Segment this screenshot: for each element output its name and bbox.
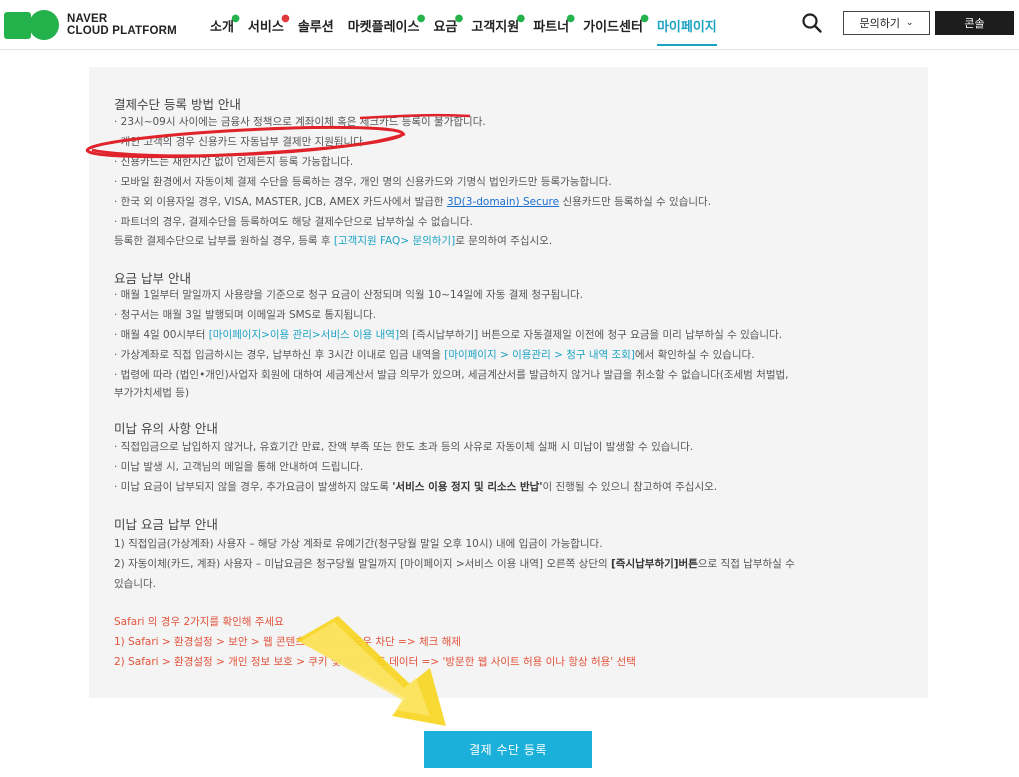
payment-method-footer: 등록한 결제수단으로 납부를 원하실 경우, 등록 후 [고객지원 FAQ> 문… [114, 233, 552, 248]
overdue-notes-line: · 직접입금으로 납입하지 않거나, 유효기간 만료, 잔액 부족 또는 한도 … [114, 441, 694, 453]
nav-label: 고객지원 [471, 19, 520, 35]
text: · 한국 외 이용자일 경우, VISA, MASTER, JCB, AMEX … [114, 196, 447, 208]
nav-label: 솔루션 [297, 19, 334, 35]
new-dot-icon: ● [416, 13, 426, 24]
safari-title: Safari 의 경우 2가지를 확인해 주세요 [114, 616, 284, 628]
nav-pricing[interactable]: 요금 ● [433, 0, 463, 50]
billing-line: · 법령에 따라 (법인•개인)사업자 회원에 대하여 세금계산서 발급 의무가… [114, 369, 789, 381]
chevron-down-icon: ⌄ [905, 18, 914, 28]
new-dot-icon: ● [281, 13, 290, 24]
text: · 가상계좌로 직접 입금하시는 경우, 납부하신 후 3시간 이내로 입금 내… [114, 349, 445, 361]
naver-cloud-logo[interactable]: NAVER CLOUD PLATFORM [4, 10, 177, 40]
billing-line: · 청구서는 매월 3일 발행되며 이메일과 SMS로 통지됩니다. [114, 309, 376, 321]
billing-line: 부가가치세법 등) [114, 387, 190, 399]
payment-method-line: · 23시~09시 사이에는 금융사 정책으로 계좌이체 혹은 체크카드 등록이… [114, 116, 486, 128]
nav-services[interactable]: 서비스 ● [247, 0, 290, 50]
top-header: NAVER CLOUD PLATFORM 소개 ● 서비스 ● 솔루션 마켓플레이스… [0, 0, 1019, 50]
nav-solutions[interactable]: 솔루션 [298, 0, 334, 50]
text: 신용카드만 등록하실 수 있습니다. [559, 196, 712, 208]
billing-history-link[interactable]: [마이페이지 > 이용관리 > 청구 내역 조회] [444, 349, 635, 361]
billing-line: · 매월 1일부터 말일까지 사용량을 기준으로 청구 요금이 산정되며 익월 … [114, 289, 584, 301]
new-dot-icon: ● [640, 13, 649, 24]
payment-method-line: · 한국 외 이용자일 경우, VISA, MASTER, JCB, AMEX … [114, 194, 711, 209]
register-payment-method-button[interactable]: 결제 수단 등록 [424, 731, 592, 768]
new-dot-icon: ● [231, 13, 240, 24]
usage-history-link[interactable]: [마이페이지>이용 관리>서비스 이용 내역] [209, 329, 399, 341]
nav-guide-center[interactable]: 가이드센터 ● [583, 0, 649, 50]
text-bold: [즉시납부하기]버튼 [611, 558, 698, 570]
safari-line: 2) Safari > 환경설정 > 개인 정보 보호 > 쿠키 및 웹 사이트… [114, 656, 636, 668]
overdue-notes-line: · 미납 발생 시, 고객님의 메일을 통해 안내하여 드립니다. [114, 461, 364, 473]
search-button[interactable] [801, 12, 823, 34]
faq-inquiry-link[interactable]: [고객지원 FAQ> 문의하기] [334, 235, 455, 247]
nav-intro[interactable]: 소개 ● [210, 0, 240, 50]
new-dot-icon: ● [566, 13, 576, 24]
text: 이 진행될 수 있으니 참고하여 주십시오. [542, 481, 718, 493]
text: 에서 확인하실 수 있습니다. [634, 349, 755, 361]
text: 의 [즉시납부하기] 버튼으로 자동결제일 이전에 청구 요금을 미리 납부하실… [399, 329, 783, 341]
nav-support[interactable]: 고객지원 ● [471, 0, 525, 50]
text: · 매월 4일 00시부터 [114, 329, 209, 341]
billing-line: · 매월 4일 00시부터 [마이페이지>이용 관리>서비스 이용 내역]의 [… [114, 327, 782, 342]
search-icon [802, 13, 822, 33]
nav-partner[interactable]: 파트너 ● [533, 0, 575, 50]
console-button[interactable]: 콘솔 [935, 11, 1014, 35]
nav-label: 마이페이지 [656, 19, 717, 35]
billing-title: 요금 납부 안내 [114, 271, 191, 286]
overdue-payment-line: 1) 직접입금(가상계좌) 사용자 – 해당 가상 계좌로 유예기간(청구당월 … [114, 538, 603, 550]
logo-mark-icon [4, 10, 59, 40]
overdue-notes-line: · 미납 요금이 납부되지 않을 경우, 추가요금이 발생하지 않도록 '서비스… [114, 479, 717, 494]
overdue-notes-title: 미납 유의 사항 안내 [114, 421, 218, 436]
nav-label: 서비스 [247, 19, 284, 35]
nav-mypage[interactable]: 마이페이지 [656, 0, 717, 50]
overdue-payment-line: 있습니다. [114, 578, 156, 590]
register-button-label: 결제 수단 등록 [469, 743, 547, 757]
inquiry-label: 문의하기 [859, 17, 900, 30]
console-label: 콘솔 [964, 17, 985, 30]
text: 2) 자동이체(카드, 계좌) 사용자 – 미납요금은 청구당월 말일까지 [마… [114, 558, 611, 570]
3d-secure-link[interactable]: 3D(3-domain) Secure [447, 196, 559, 208]
inquiry-dropdown[interactable]: 문의하기 ⌄ [843, 11, 930, 35]
text: 로 문의하여 주십시오. [455, 235, 553, 247]
nav-label: 파트너 [533, 19, 570, 35]
logo-line1: NAVER [67, 13, 108, 25]
payment-method-line: · 모바일 환경에서 자동이체 결제 수단을 등록하는 경우, 개인 명의 신용… [114, 176, 612, 188]
nav-marketplace[interactable]: 마켓플레이스 ● [347, 0, 426, 50]
payment-method-line: · 파트너의 경우, 결제수단을 등록하여도 해당 결제수단으로 납부하실 수 … [114, 216, 473, 228]
main-nav: 소개 ● 서비스 ● 솔루션 마켓플레이스 ● 요금 ● 고객지원 ● 파트너 ● 가이드센… [210, 0, 731, 50]
new-dot-icon: ● [516, 13, 526, 24]
nav-label: 가이드센터 [583, 19, 643, 35]
new-dot-icon: ● [454, 13, 464, 24]
billing-line: · 가상계좌로 직접 입금하시는 경우, 납부하신 후 3시간 이내로 입금 내… [114, 347, 755, 362]
logo-line2: CLOUD PLATFORM [67, 25, 177, 37]
safari-line: 1) Safari > 환경설정 > 보안 > 웹 콘텐츠 > 팝업 윈도우 차… [114, 636, 461, 648]
overdue-payment-title: 미납 요금 납부 안내 [114, 517, 218, 532]
nav-label: 마켓플레이스 [347, 19, 420, 35]
text-bold: '서비스 이용 정지 및 리소스 반납' [392, 481, 543, 493]
text: · 미납 요금이 납부되지 않을 경우, 추가요금이 발생하지 않도록 [114, 481, 393, 493]
text: 으로 직접 납부하실 수 [697, 558, 795, 570]
overdue-payment-line: 2) 자동이체(카드, 계좌) 사용자 – 미납요금은 청구당월 말일까지 [마… [114, 556, 795, 571]
text: 등록한 결제수단으로 납부를 원하실 경우, 등록 후 [114, 235, 334, 247]
payment-method-line: · 신용카드는 재한시간 없이 언제든지 등록 가능합니다. [114, 156, 354, 168]
payment-method-title: 결제수단 등록 방법 안내 [114, 97, 241, 112]
payment-method-line: · 개인 고객의 경우 신용카드 자동납부 결제만 지원됩니다. [114, 136, 367, 148]
